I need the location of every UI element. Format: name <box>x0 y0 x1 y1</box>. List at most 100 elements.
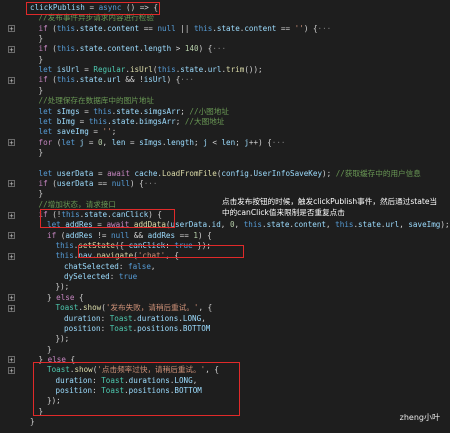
code-token: state <box>111 116 135 126</box>
fold-toggle-icon[interactable]: + <box>8 252 15 260</box>
code-token: state <box>79 23 103 33</box>
code-token: == <box>276 23 295 33</box>
code-token: ··· <box>143 178 158 188</box>
code-line[interactable]: } <box>39 86 44 96</box>
code-line[interactable]: } <box>30 417 35 427</box>
fold-toggle-icon[interactable]: + <box>8 211 15 219</box>
code-token: this <box>56 23 76 33</box>
code-token: url <box>385 220 400 230</box>
code-line[interactable]: Toast.show('发布失败，请稍后重试。', { <box>56 303 213 313</box>
code-token: = <box>93 168 108 178</box>
highlight-setstate <box>78 245 244 258</box>
code-token: '' <box>102 127 112 137</box>
fold-toggle-icon[interactable]: + <box>8 232 15 240</box>
code-token: } <box>38 85 44 95</box>
code-line[interactable]: let bImg = this.state.bimgsArr; //大图地址 <box>39 117 225 127</box>
code-line[interactable]: if (this.state.content.length > 140) {··… <box>39 44 227 54</box>
code-token: : <box>100 313 110 323</box>
code-token: else <box>56 292 75 302</box>
code-line[interactable]: }); <box>56 334 70 344</box>
fold-toggle-icon[interactable]: + <box>8 304 15 312</box>
code-token: } <box>38 147 44 157</box>
code-token: len <box>111 137 126 147</box>
code-token: content <box>107 23 140 33</box>
code-token: , <box>201 313 206 323</box>
code-line[interactable]: for (let j = 0, len = sImgs.length; j < … <box>39 138 286 148</box>
code-token: } <box>38 189 44 199</box>
fold-toggle-icon[interactable]: + <box>8 366 15 374</box>
code-line[interactable]: } <box>47 345 52 355</box>
code-editor: + + + + + + + + + + + + clickPublish = async () => … <box>0 0 450 433</box>
code-token: positions <box>137 323 179 333</box>
code-line[interactable]: dySelected: true <box>64 272 137 282</box>
code-line[interactable]: duration: Toast.durations.LONG, <box>64 314 206 324</box>
code-line[interactable]: //处理保存在数据库中的图片地址 <box>39 96 154 106</box>
code-token: ··· <box>317 23 332 33</box>
code-token: saveImg <box>408 220 441 230</box>
code-line[interactable]: chatSelected: false, <box>64 262 155 272</box>
code-token: if <box>38 23 48 33</box>
code-token: == <box>93 178 112 188</box>
code-token: duration <box>64 313 101 323</box>
code-token: , <box>326 220 336 230</box>
fold-toggle-icon[interactable]: + <box>8 45 15 53</box>
editor-gutter: + + + + + + + + + + + + <box>0 0 26 433</box>
code-token: length <box>143 44 172 54</box>
code-line[interactable]: }); <box>56 282 70 292</box>
code-line[interactable]: } <box>39 148 44 158</box>
code-token: content <box>294 220 327 230</box>
code-line[interactable]: position: Toast.positions.BOTTOM <box>64 324 210 334</box>
code-line[interactable]: } <box>39 189 44 199</box>
code-token: = <box>88 127 103 137</box>
code-token: == <box>175 230 194 240</box>
code-token: , { <box>198 303 213 313</box>
code-line[interactable]: } else { <box>47 293 84 303</box>
code-line[interactable]: let sImgs = this.state.simgsArr; //小图地址 <box>39 107 229 117</box>
code-token: , <box>220 220 230 230</box>
code-token: ++) { <box>248 137 272 147</box>
fold-toggle-icon[interactable]: + <box>8 139 15 147</box>
code-token: state <box>79 44 103 54</box>
code-token: length <box>166 137 195 147</box>
code-token: state <box>216 23 240 33</box>
code-token: null <box>157 23 176 33</box>
fold-toggle-icon[interactable]: + <box>8 180 15 188</box>
code-line[interactable]: let saveImg = ''; <box>39 127 117 137</box>
code-token: this <box>194 23 213 33</box>
code-token: //大图地址 <box>184 116 225 126</box>
code-line[interactable]: } <box>39 55 44 65</box>
code-token: let <box>61 137 76 147</box>
code-token: = <box>75 116 89 126</box>
code-token: : <box>109 272 119 282</box>
fold-toggle-icon[interactable]: + <box>8 294 15 302</box>
code-token: if <box>38 178 48 188</box>
code-token: , <box>150 261 156 271</box>
code-token: this <box>93 106 112 116</box>
annotation-note: 点击发布按钮的时候，触发clickPublish事件，然后通过state当中的c… <box>222 197 438 217</box>
fold-toggle-icon[interactable]: + <box>8 25 15 33</box>
code-line[interactable]: if (this.state.content == null || this.s… <box>39 24 332 34</box>
code-token: && <box>129 230 148 240</box>
code-token: Regular <box>93 65 126 75</box>
code-line[interactable]: if (this.state.url && !isUrl) {··· <box>39 75 195 85</box>
code-token: //获取缓存中的用户信息 <box>335 168 421 178</box>
code-token: //增加状态，请求接口 <box>38 199 117 209</box>
fold-toggle-icon[interactable]: + <box>8 76 15 84</box>
code-line[interactable]: if (userData == null) {··· <box>39 179 158 189</box>
fold-toggle-icon[interactable]: + <box>8 356 15 364</box>
code-token: state <box>79 75 103 85</box>
code-line[interactable]: let userData = await cache.LoadFromFile(… <box>39 169 421 179</box>
code-token: && ! <box>120 75 144 85</box>
code-token: url <box>207 65 222 75</box>
code-token: : <box>100 323 110 333</box>
code-token: this <box>56 44 76 54</box>
code-token: this <box>88 116 108 126</box>
code-line[interactable]: if (addRes != null && addRes == 1) { <box>47 231 212 241</box>
code-line[interactable]: } <box>39 34 44 44</box>
code-line[interactable]: let isUrl = Regular.isUrl(this.state.url… <box>39 65 263 75</box>
code-token: LONG <box>182 313 202 323</box>
code-token: chatSelected <box>64 261 119 271</box>
code-token: null <box>111 230 130 240</box>
code-token: null <box>111 178 130 188</box>
code-token: config <box>221 168 249 178</box>
